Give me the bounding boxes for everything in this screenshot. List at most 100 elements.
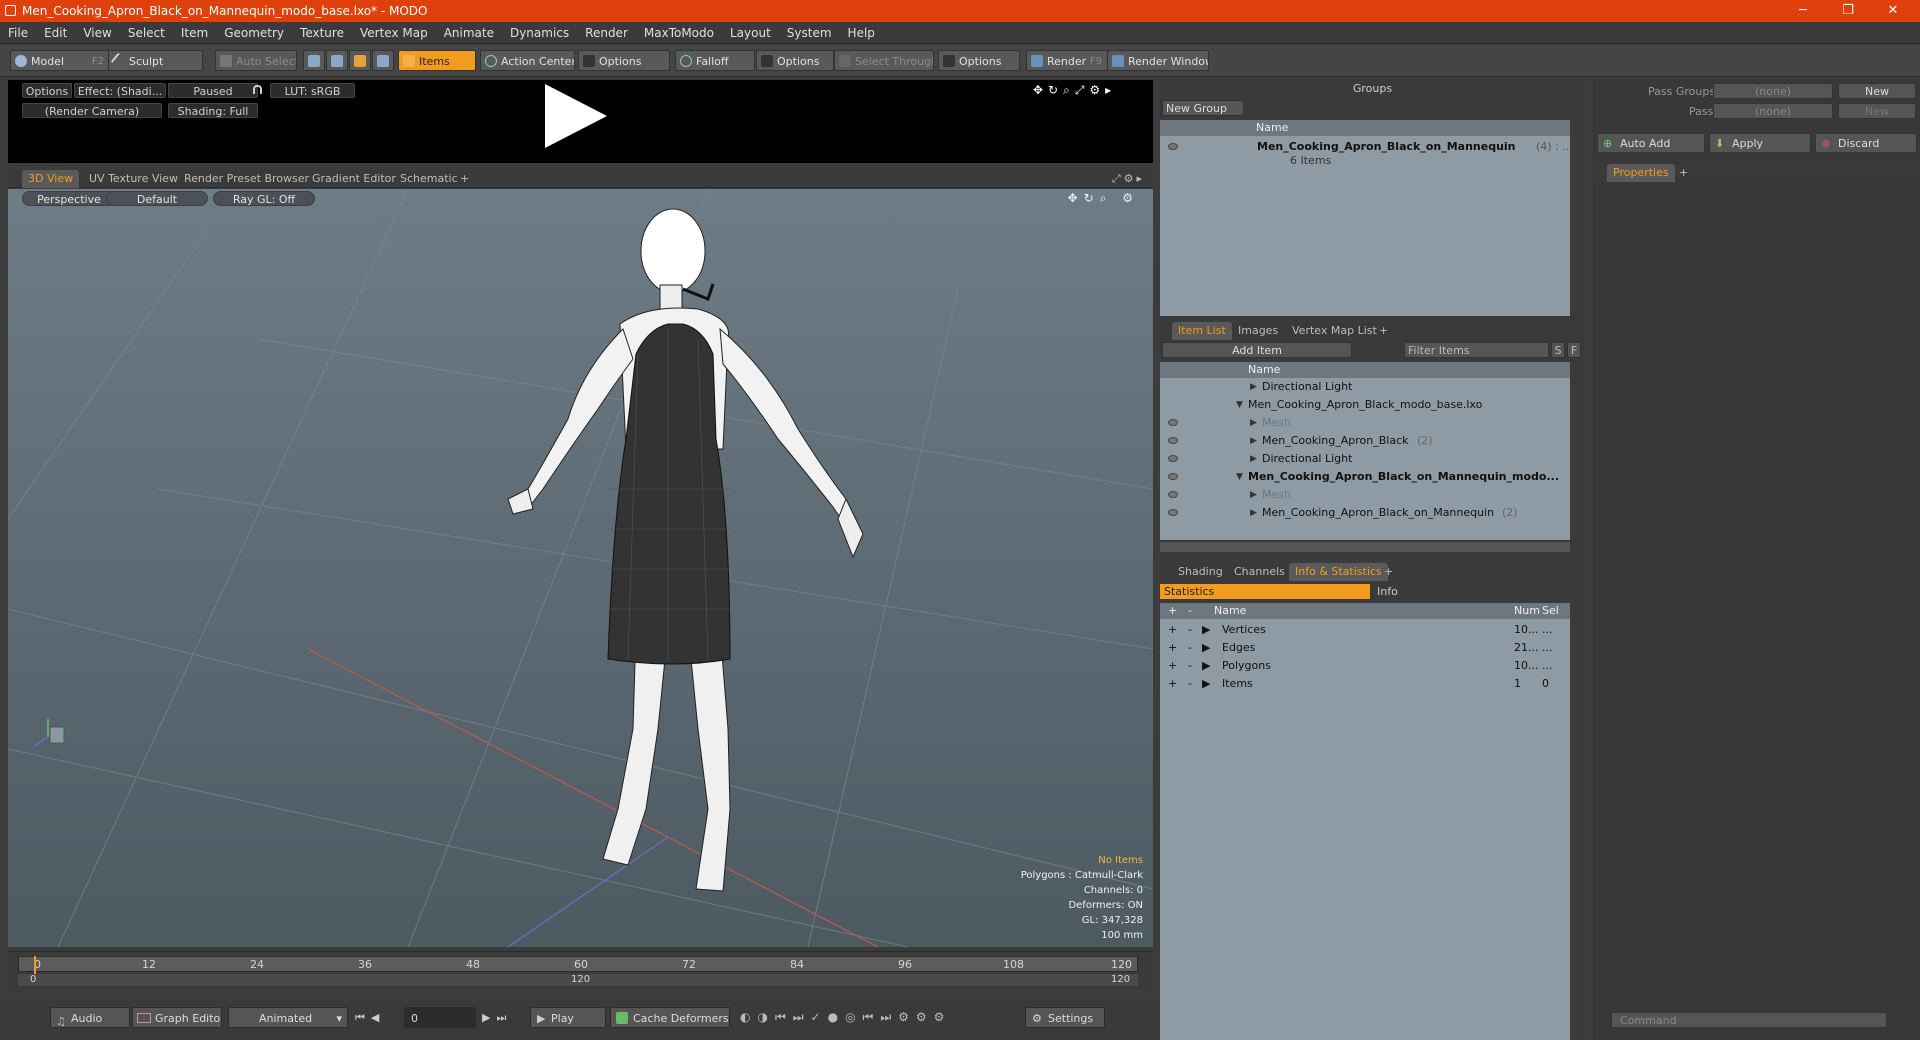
preview-nav-icons[interactable]: ✥↻⌕⤢⚙▸ (1033, 83, 1116, 98)
tab-render-preset-browser[interactable]: Render Preset Browser (178, 170, 315, 188)
falloff-button[interactable]: Falloff (675, 50, 755, 71)
tab-3d-view[interactable]: 3D View (22, 170, 80, 188)
expand-arrow-icon[interactable]: ▶ (1250, 414, 1257, 432)
menu-view[interactable]: View (75, 22, 119, 44)
render-window-button[interactable]: Render Window (1107, 50, 1209, 71)
item-list-scrollbar[interactable] (1160, 542, 1570, 552)
new-pass-group-button[interactable]: New (1838, 83, 1916, 99)
collapse-icon[interactable]: - (1188, 675, 1192, 693)
effect-dropdown[interactable]: Effect: (Shadi... (74, 83, 166, 98)
item-row[interactable]: ▼ Men_Cooking_Apron_Black_modo_base.lxo (1160, 396, 1570, 414)
select-through-button[interactable]: Select Through (834, 50, 934, 71)
preview-options-button[interactable]: Options (22, 83, 72, 98)
passes-dropdown[interactable]: (none) (1713, 103, 1833, 119)
lock-icon[interactable] (253, 85, 262, 94)
item-row[interactable]: ▶ Men_Cooking_Apron_Black (2) (1160, 432, 1570, 450)
menu-layout[interactable]: Layout (722, 22, 779, 44)
eye-icon[interactable] (1168, 143, 1178, 150)
close-button[interactable]: ✕ (1873, 0, 1913, 22)
menu-file[interactable]: File (0, 22, 36, 44)
polygons-mode-button[interactable] (349, 50, 371, 71)
menu-render[interactable]: Render (577, 22, 636, 44)
action-center-button[interactable]: Action Center (480, 50, 575, 71)
render-button[interactable]: Render F9 (1026, 50, 1108, 71)
f-button[interactable]: F (1567, 342, 1581, 358)
pass-groups-dropdown[interactable]: (none) (1713, 83, 1833, 99)
stats-row[interactable]: + - ▶ Polygons 10...... (1160, 657, 1570, 675)
discard-button[interactable]: ⊗ Discard (1815, 133, 1917, 153)
collapse-arrow-icon[interactable]: ▼ (1236, 468, 1243, 486)
tab-info-statistics[interactable]: Info & Statistics (1289, 563, 1388, 581)
viewport-tab-icons[interactable]: ⤢⚙▸ (1112, 172, 1145, 186)
add-info-tab[interactable]: + (1378, 563, 1399, 581)
add-properties-tab[interactable]: + (1673, 164, 1694, 182)
item-row[interactable]: ▶ Men_Cooking_Apron_Black_on_Mannequin (2) (1160, 504, 1570, 522)
select-through-options-button[interactable]: Options (938, 50, 1020, 71)
expand-arrow-icon[interactable]: ▶ (1250, 504, 1257, 522)
expand-arrow-icon[interactable]: ▶ (1202, 621, 1210, 639)
menu-item[interactable]: Item (173, 22, 216, 44)
s-button[interactable]: S (1551, 342, 1565, 358)
action-center-options-button[interactable]: Options (578, 50, 670, 71)
tab-properties[interactable]: Properties (1607, 164, 1675, 182)
expand-icon[interactable]: + (1168, 639, 1177, 657)
eye-icon[interactable] (1168, 491, 1178, 498)
expand-arrow-icon[interactable]: ▶ (1250, 432, 1257, 450)
edges-mode-button[interactable] (326, 50, 348, 71)
model-mode-button[interactable]: Model F2 (10, 50, 110, 71)
materials-mode-button[interactable] (372, 50, 394, 71)
tab-channels[interactable]: Channels (1228, 563, 1291, 581)
stats-row[interactable]: + - ▶ Edges 21...... (1160, 639, 1570, 657)
tab-item-list[interactable]: Item List (1172, 322, 1232, 340)
eye-icon[interactable] (1168, 455, 1178, 462)
shading-dropdown[interactable]: Shading: Full (168, 103, 258, 118)
lut-dropdown[interactable]: LUT: sRGB (270, 83, 355, 98)
tab-images[interactable]: Images (1232, 322, 1284, 340)
animated-dropdown[interactable]: Animated ▾ (228, 1007, 348, 1028)
command-input[interactable]: Command (1611, 1012, 1887, 1028)
menu-animate[interactable]: Animate (436, 22, 502, 44)
paused-button[interactable]: Paused (168, 83, 258, 98)
key-tool-icons[interactable]: ◐◑⏮⏭✓●◎⏮⏭⚙⚙⚙ (740, 1010, 951, 1025)
expand-arrow-icon[interactable]: ▶ (1202, 657, 1210, 675)
vertices-mode-button[interactable] (303, 50, 325, 71)
menu-texture[interactable]: Texture (292, 22, 352, 44)
add-tab-button[interactable]: + (454, 170, 475, 188)
eye-icon[interactable] (1168, 419, 1178, 426)
minimize-button[interactable]: ─ (1783, 0, 1823, 22)
expand-arrow-icon[interactable]: ▶ (1202, 639, 1210, 657)
menu-vertex-map[interactable]: Vertex Map (352, 22, 436, 44)
menu-geometry[interactable]: Geometry (216, 22, 292, 44)
play-button[interactable]: ▶ Play (530, 1007, 606, 1028)
menu-maxtomodo[interactable]: MaxToModo (636, 22, 722, 44)
expand-icon[interactable]: + (1168, 621, 1177, 639)
expand-icon[interactable]: + (1168, 657, 1177, 675)
tab-vertex-map-list[interactable]: Vertex Map List (1286, 322, 1383, 340)
graph-editor-button[interactable]: Graph Editor (132, 1007, 222, 1028)
settings-button[interactable]: ⚙ Settings (1025, 1007, 1105, 1028)
group-row[interactable]: Men_Cooking_Apron_Black_on_Mannequin (4)… (1160, 138, 1573, 156)
cache-deformers-button[interactable]: Cache Deformers (610, 1007, 730, 1028)
tab-gradient-editor[interactable]: Gradient Editor (306, 170, 402, 188)
render-camera-dropdown[interactable]: (Render Camera) (22, 103, 162, 118)
collapse-icon[interactable]: - (1188, 621, 1192, 639)
menu-help[interactable]: Help (840, 22, 883, 44)
auto-select-button[interactable]: Auto Select (215, 50, 297, 71)
statistics-tab[interactable]: Statistics (1160, 584, 1370, 599)
item-row[interactable]: ▶ Directional Light (1160, 378, 1570, 396)
expand-arrow-icon[interactable]: ▶ (1250, 486, 1257, 504)
menu-dynamics[interactable]: Dynamics (502, 22, 577, 44)
collapse-icon[interactable]: - (1188, 657, 1192, 675)
info-tab[interactable]: Info (1373, 584, 1568, 599)
tab-shading[interactable]: Shading (1172, 563, 1229, 581)
maximize-button[interactable]: ❐ (1828, 0, 1868, 22)
menu-select[interactable]: Select (120, 22, 173, 44)
3d-viewport[interactable]: Perspective Default Ray GL: Off ✥↻⌕ ⚙ No… (8, 189, 1153, 947)
eye-icon[interactable] (1168, 473, 1178, 480)
sculpt-mode-button[interactable]: Sculpt (108, 50, 203, 71)
expand-arrow-icon[interactable]: ▶ (1202, 675, 1210, 693)
item-row[interactable]: ▶ Mesh (1160, 414, 1570, 432)
new-pass-button[interactable]: New (1838, 103, 1916, 119)
add-item-dropdown[interactable]: Add Item (1162, 342, 1352, 358)
item-row[interactable]: ▼ Men_Cooking_Apron_Black_on_Mannequin_mo… (1160, 468, 1570, 486)
